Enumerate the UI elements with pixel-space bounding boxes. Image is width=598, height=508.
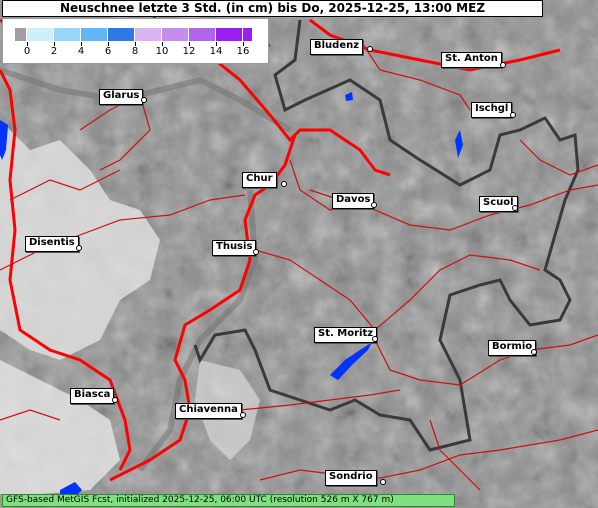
city-label-glarus: Glarus <box>99 89 144 105</box>
legend-swatch-0-2 <box>27 28 54 41</box>
map-title: Neuschnee letzte 3 Std. (in cm) bis Do, … <box>2 0 543 17</box>
city-label-thusis: Thusis <box>212 240 257 256</box>
city-label-ischgl: Ischgl <box>471 102 513 118</box>
city-marker-biasca <box>112 397 118 403</box>
legend-tick-label: 2 <box>50 46 58 57</box>
legend-swatch-10-12 <box>162 28 189 41</box>
legend-tick-label: 0 <box>23 46 31 57</box>
legend-tick-label: 14 <box>209 46 223 57</box>
map-stage: Neuschnee letzte 3 Std. (in cm) bis Do, … <box>0 0 598 508</box>
legend-tick-label: 12 <box>182 46 196 57</box>
legend-tick-label: 10 <box>155 46 169 57</box>
city-label-bormio: Bormio <box>488 340 537 356</box>
city-label-disentis: Disentis <box>25 236 79 252</box>
legend-tick-label: 8 <box>131 46 139 57</box>
legend-swatch-12-14 <box>189 28 216 41</box>
city-marker-st-moritz <box>372 336 378 342</box>
legend-swatch-max <box>243 28 253 41</box>
terrain-map <box>0 0 598 508</box>
city-label-st-moritz: St. Moritz <box>314 327 378 343</box>
city-label-st-anton: St. Anton <box>441 52 502 68</box>
forecast-info-footer: GFS-based MetGIS Fcst, initialized 2025-… <box>2 494 455 507</box>
legend-swatch-14-16 <box>216 28 243 41</box>
city-marker-disentis <box>76 245 82 251</box>
city-label-chiavenna: Chiavenna <box>175 403 242 419</box>
city-marker-st-anton <box>500 62 506 68</box>
legend-swatch-8-10 <box>135 28 162 41</box>
city-marker-chiavenna <box>240 412 246 418</box>
city-label-bludenz: Bludenz <box>310 39 364 55</box>
city-marker-thusis <box>253 249 259 255</box>
city-marker-davos <box>371 202 377 208</box>
city-marker-chur <box>281 181 287 187</box>
snowfall-legend: 0 2 4 6 8 10 12 14 16 <box>2 18 269 64</box>
city-label-biasca: Biasca <box>70 388 115 404</box>
city-marker-scuol <box>512 205 518 211</box>
legend-swatch-6-8 <box>108 28 135 41</box>
city-marker-bludenz <box>367 46 373 52</box>
legend-tick-label: 4 <box>77 46 85 57</box>
city-marker-ischgl <box>510 112 516 118</box>
legend-tick-label: 16 <box>236 46 250 57</box>
city-label-sondrio: Sondrio <box>325 470 377 486</box>
legend-swatch-4-6 <box>81 28 108 41</box>
city-marker-bormio <box>531 349 537 355</box>
legend-swatch-2-4 <box>54 28 81 41</box>
city-marker-glarus <box>141 97 147 103</box>
city-label-davos: Davos <box>332 193 375 209</box>
city-label-chur: Chur <box>242 172 277 188</box>
legend-color-bar <box>15 28 253 41</box>
legend-tick-label: 6 <box>104 46 112 57</box>
legend-swatch-nodata <box>15 28 27 41</box>
city-marker-sondrio <box>380 479 386 485</box>
